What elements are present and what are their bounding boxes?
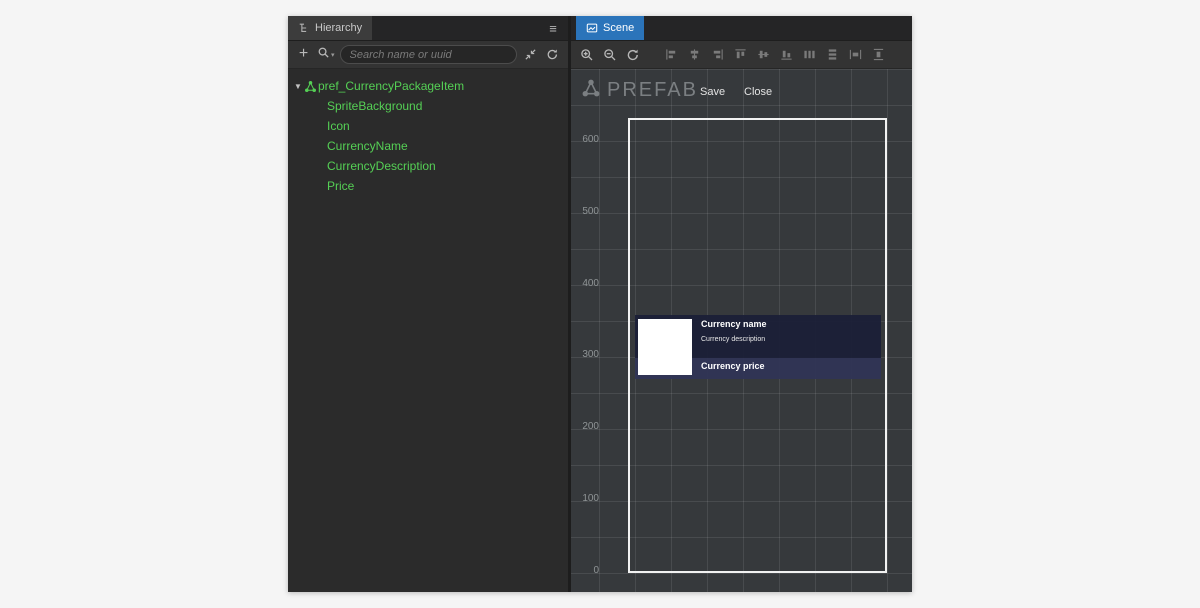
stretch-height-icon[interactable]: [870, 46, 887, 64]
prefab-watermark: PREFAB: [581, 78, 698, 103]
prefab-watermark-label: PREFAB: [607, 79, 698, 102]
stretch-width-icon[interactable]: [847, 46, 864, 64]
tab-scene-label: Scene: [603, 22, 634, 34]
search-input[interactable]: [340, 45, 517, 64]
scene-image-icon: [586, 22, 598, 34]
ruler-label: 400: [576, 278, 599, 289]
align-right-icon[interactable]: [709, 46, 726, 64]
tree-node-label: Icon: [327, 119, 350, 133]
tab-scene[interactable]: Scene: [576, 16, 644, 40]
currency-icon-placeholder: [638, 319, 692, 375]
hierarchy-toolbar: + ▾: [288, 41, 568, 69]
distribute-h-icon[interactable]: [801, 46, 818, 64]
hierarchy-tabbar: Hierarchy ≡: [288, 16, 568, 41]
editor-window: Hierarchy ≡ + ▾: [288, 16, 912, 592]
scene-panel: Scene: [571, 16, 912, 592]
ruler-label: 100: [576, 493, 599, 504]
tab-hierarchy[interactable]: Hierarchy: [288, 16, 372, 40]
tree-node[interactable]: CurrencyName: [288, 136, 568, 156]
currency-package-item-node[interactable]: Currency name Currency description Curre…: [635, 315, 881, 379]
ruler-label: 200: [576, 421, 599, 432]
tree-node[interactable]: Price: [288, 176, 568, 196]
tree-node-label: SpriteBackground: [327, 99, 422, 113]
reset-view-icon[interactable]: [624, 46, 641, 64]
currency-price-text: Currency price: [701, 361, 765, 371]
align-center-h-icon[interactable]: [686, 46, 703, 64]
currency-description-text: Currency description: [701, 336, 765, 343]
tab-hierarchy-label: Hierarchy: [315, 22, 362, 34]
zoom-out-icon[interactable]: [601, 46, 618, 64]
search-icon: [317, 46, 330, 64]
scene-tabbar: Scene: [571, 16, 912, 41]
ruler-label: 300: [576, 349, 599, 360]
hierarchy-tree: ▼ pref_CurrencyPackageItem SpriteBackgro…: [288, 69, 568, 592]
expand-caret-icon[interactable]: ▼: [288, 82, 302, 91]
hierarchy-tree-icon: [298, 22, 310, 34]
distribute-v-icon[interactable]: [824, 46, 841, 64]
tree-node[interactable]: CurrencyDescription: [288, 156, 568, 176]
tree-node-root[interactable]: ▼ pref_CurrencyPackageItem: [288, 76, 568, 96]
hierarchy-panel: Hierarchy ≡ + ▾: [288, 16, 571, 592]
currency-name-text: Currency name: [701, 319, 767, 329]
close-button[interactable]: Close: [744, 84, 772, 100]
tree-node-label: CurrencyDescription: [327, 159, 436, 173]
save-button[interactable]: Save: [700, 84, 725, 100]
refresh-icon[interactable]: [544, 46, 561, 64]
search-filter-button[interactable]: ▾: [317, 46, 335, 64]
tree-node[interactable]: Icon: [288, 116, 568, 136]
collapse-all-icon[interactable]: [522, 46, 539, 64]
add-node-button[interactable]: +: [295, 46, 312, 64]
tabbar-spacer: [644, 16, 912, 40]
align-bottom-icon[interactable]: [778, 46, 795, 64]
align-top-icon[interactable]: [732, 46, 749, 64]
ruler-label: 0: [576, 565, 599, 576]
prefab-icon: [302, 80, 318, 93]
panel-menu-icon[interactable]: ≡: [538, 16, 568, 40]
align-left-icon[interactable]: [663, 46, 680, 64]
prefab-icon: [581, 78, 601, 103]
ruler-label: 600: [576, 134, 599, 145]
tabbar-spacer: [372, 16, 538, 40]
tree-node[interactable]: SpriteBackground: [288, 96, 568, 116]
align-center-v-icon[interactable]: [755, 46, 772, 64]
tree-node-label: Price: [327, 179, 354, 193]
scene-canvas[interactable]: PREFAB Save Close 600 500 400 300 200 10…: [571, 69, 912, 592]
ruler-label: 500: [576, 206, 599, 217]
tree-node-label: pref_CurrencyPackageItem: [318, 79, 464, 93]
zoom-in-icon[interactable]: [578, 46, 595, 64]
chevron-down-icon: ▾: [331, 51, 335, 59]
tree-node-label: CurrencyName: [327, 139, 408, 153]
scene-toolbar: [571, 41, 912, 69]
